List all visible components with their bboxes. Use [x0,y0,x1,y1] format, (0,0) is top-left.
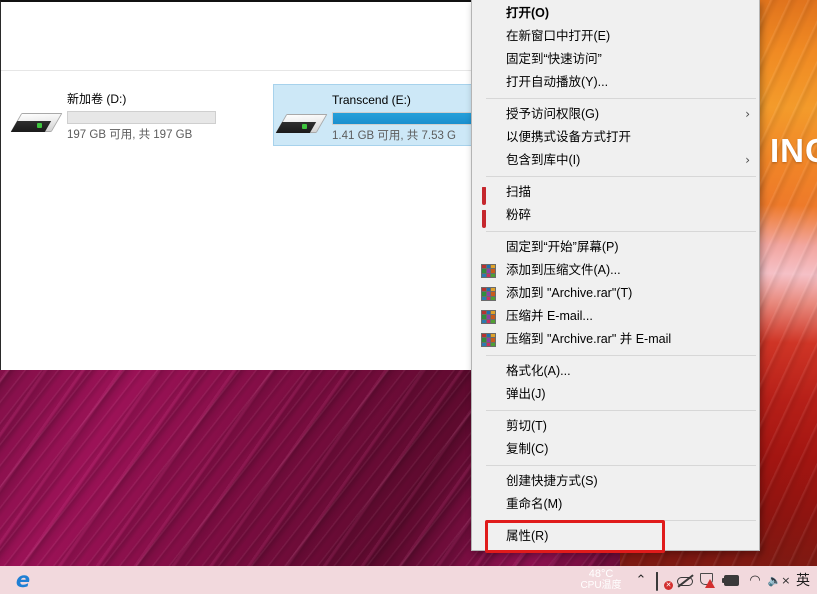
context-menu-item-label: 扫描 [506,185,532,199]
network-tray-icon[interactable]: ◠ [744,566,766,594]
removable-drive-icon [10,99,63,145]
context-menu-item[interactable]: 压缩到 "Archive.rar" 并 E-mail [472,328,759,351]
shield-warning-icon: ✕ [656,571,673,591]
context-menu-item[interactable]: 格式化(A)... [472,360,759,383]
antivirus-tray-icon[interactable] [696,566,718,594]
drive-name-label: Transcend (E:) [332,93,411,107]
volume-tray-icon[interactable]: 🔈× [766,566,792,594]
context-menu-item-label: 属性(R) [506,529,549,543]
context-menu-item[interactable]: 以便携式设备方式打开 [472,126,759,149]
context-menu-item[interactable]: 复制(C) [472,438,759,461]
security-center-tray-icon[interactable]: ✕ [652,566,674,594]
context-menu-item-label: 压缩到 "Archive.rar" 并 E-mail [506,332,672,346]
context-menu-item[interactable]: 添加到 "Archive.rar"(T) [472,282,759,305]
drive-item[interactable]: 新加卷 (D:) 197 GB 可用, 共 197 GB [9,84,216,146]
edge-browser-icon: e [15,567,31,592]
drive-meta: Transcend (E:) 1.41 GB 可用, 共 7.53 G [326,90,481,144]
context-menu-item-label: 包含到库中(I) [506,153,581,167]
drive-name-label: 新加卷 (D:) [67,92,127,106]
context-menu-item[interactable]: 重命名(M) [472,493,759,516]
context-menu-item[interactable]: 粉碎 [472,204,759,228]
system-tray[interactable]: ⌃ ✕ ◠ 🔈× 英 [630,566,817,594]
drive-capacity-bar [67,111,216,124]
context-menu-item[interactable]: 创建快捷方式(S) [472,470,759,493]
battery-icon [721,574,741,586]
context-menu-item-label: 复制(C) [506,442,549,456]
drive-capacity-label: 1.41 GB 可用, 共 7.53 G [332,130,456,142]
ime-language-indicator[interactable]: 英 [792,566,814,594]
context-menu-item[interactable]: 弹出(J) [472,383,759,406]
context-menu-item-label: 粉碎 [506,208,532,222]
drive-list: 新加卷 (D:) 197 GB 可用, 共 197 GB Transcend (E:… [1,72,481,370]
context-menu-item-label: 压缩并 E-mail... [506,309,593,323]
speaker-muted-icon: 🔈× [767,573,791,587]
cpu-temperature-widget[interactable]: 48°C CPU温度 [572,567,630,592]
context-menu-item-label: 以便携式设备方式打开 [506,130,632,144]
context-menu-item[interactable]: 属性(R) [472,525,759,548]
drive-item[interactable]: Transcend (E:) 1.41 GB 可用, 共 7.53 G [273,84,481,146]
chevron-right-icon: › [745,153,750,167]
shield-icon [481,208,497,228]
context-menu-item[interactable]: 剪切(T) [472,415,759,438]
context-menu-item-label: 添加到压缩文件(A)... [506,263,621,277]
taskbar-edge-button[interactable]: e [0,566,46,594]
context-menu-item-label: 剪切(T) [506,419,547,433]
file-explorer-window[interactable]: 新加卷 (D:) 197 GB 可用, 共 197 GB Transcend (E:… [0,0,481,370]
context-menu-item-label: 弹出(J) [506,387,546,401]
menu-separator [486,176,756,177]
cpu-temp-value: 48°C [588,567,614,580]
context-menu-item-label: 打开自动播放(Y)... [506,75,609,89]
context-menu-item[interactable]: 固定到“开始”屏幕(P) [472,236,759,259]
taskbar[interactable]: e 48°C CPU温度 ⌃ ✕ ◠ 🔈× 英 [0,566,817,594]
wifi-icon: ◠ [749,572,761,588]
menu-separator [486,410,756,411]
context-menu-item-label: 添加到 "Archive.rar"(T) [506,286,633,300]
context-menu-item[interactable]: 在新窗口中打开(E) [472,25,759,48]
winrar-icon [481,332,497,348]
context-menu-item[interactable]: 包含到库中(I) › [472,149,759,172]
desktop-screen: INCR 新加卷 (D:) 197 GB 可用, 共 197 GB Transcen… [0,0,817,594]
winrar-icon [481,286,497,302]
menu-separator [486,231,756,232]
cpu-temp-label: CPU温度 [580,579,622,591]
drive-capacity-bar [332,112,481,125]
context-menu-item-label: 授予访问权限(G) [506,107,600,121]
shield-icon [481,185,497,205]
menu-separator [486,355,756,356]
context-menu-item[interactable]: 添加到压缩文件(A)... [472,259,759,282]
menu-separator [486,520,756,521]
drive-capacity-fill [333,113,480,124]
removable-drive-icon [275,100,328,146]
cloud-disabled-icon [676,573,694,587]
shield-alert-icon [700,573,715,588]
context-menu-item-label: 重命名(M) [506,497,563,511]
winrar-icon [481,263,497,279]
wallpaper-text: INCR [770,132,817,169]
onedrive-tray-icon[interactable] [674,566,696,594]
chevron-up-icon: ⌃ [635,572,647,588]
menu-separator [486,465,756,466]
ime-icon: 英 [796,573,810,589]
battery-tray-icon[interactable] [718,566,744,594]
show-hidden-icons-button[interactable]: ⌃ [630,566,652,594]
context-menu-item-label: 固定到“开始”屏幕(P) [506,240,619,254]
drive-meta: 新加卷 (D:) 197 GB 可用, 共 197 GB [61,89,216,143]
winrar-icon [481,309,497,325]
context-menu-item-label: 固定到“快速访问” [506,52,602,66]
drive-capacity-label: 197 GB 可用, 共 197 GB [67,129,193,141]
explorer-toolbar-area [1,2,471,71]
context-menu-item[interactable]: 打开自动播放(Y)... [472,71,759,94]
context-menu-item-label: 创建快捷方式(S) [506,474,598,488]
context-menu-item[interactable]: 打开(O) [472,2,759,25]
menu-separator [486,98,756,99]
context-menu-item[interactable]: 压缩并 E-mail... [472,305,759,328]
context-menu-item-label: 格式化(A)... [506,364,571,378]
context-menu-item[interactable]: 扫描 [472,181,759,205]
context-menu-item[interactable]: 固定到“快速访问” [472,48,759,71]
context-menu-item-label: 在新窗口中打开(E) [506,29,611,43]
chevron-right-icon: › [745,107,750,121]
context-menu-item-label: 打开(O) [506,6,550,20]
drive-context-menu[interactable]: 打开(O) 在新窗口中打开(E) 固定到“快速访问” 打开自动播放(Y)... 授予访问… [471,0,760,551]
context-menu-item[interactable]: 授予访问权限(G) › [472,103,759,126]
